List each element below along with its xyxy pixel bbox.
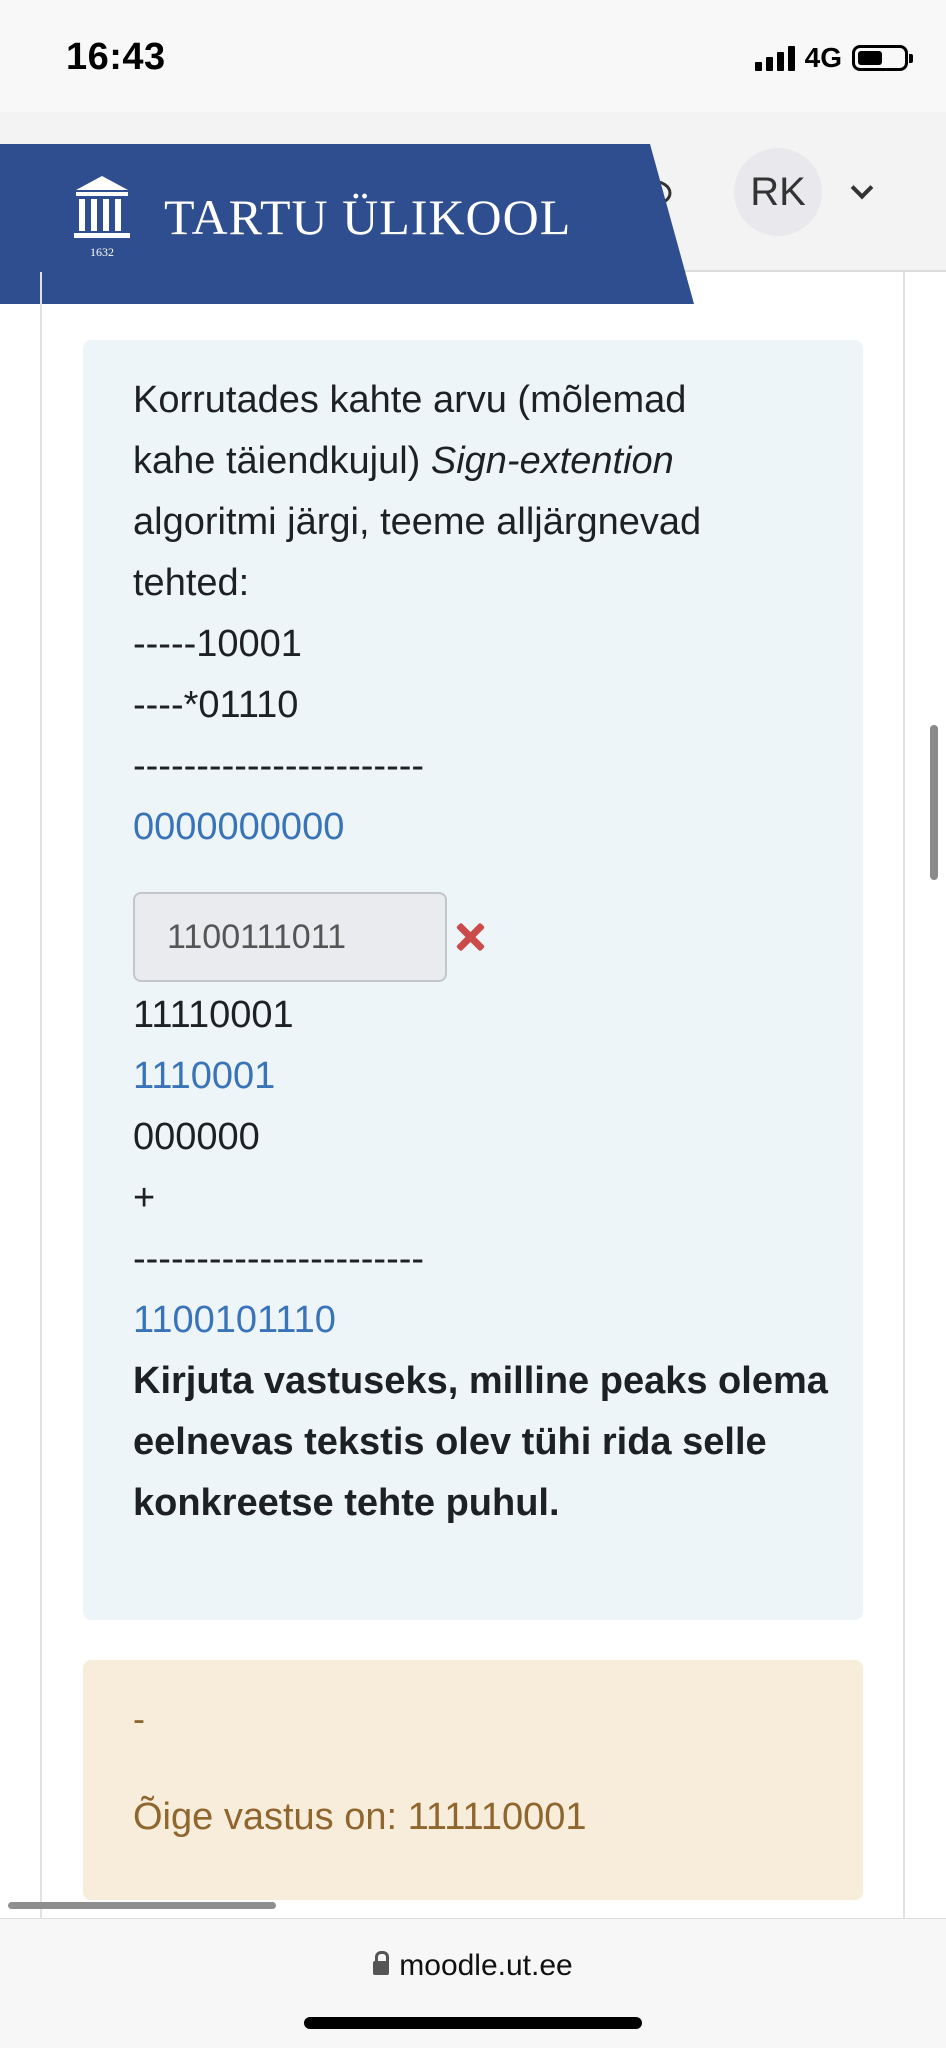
university-logo-icon: 1632 [74, 176, 130, 259]
feedback-box: - Õige vastus on: 111110001 [83, 1660, 863, 1900]
answer-row: 1100111011 [133, 892, 485, 982]
answer-input[interactable]: 1100111011 [133, 892, 447, 982]
status-bar: 16:43 4G [0, 0, 946, 112]
question-intro-line: tehted: [133, 562, 250, 604]
operand-2: ----*01110 [133, 684, 299, 726]
question-intro-line: kahe täiendkujul) Sign-extention [133, 440, 674, 482]
divider-line: ----------------------- [133, 745, 425, 787]
operand-1: -----10001 [133, 623, 302, 665]
logo-year: 1632 [90, 245, 114, 259]
partial-row-5: 000000 [133, 1116, 260, 1158]
status-time: 16:43 [66, 36, 166, 78]
network-type: 4G [804, 42, 842, 73]
content-border-right [903, 272, 905, 1922]
question-text-continued: 11110001 1110001 000000 + --------------… [133, 985, 833, 1534]
correct-answer-text: Õige vastus on: 111110001 [133, 1796, 587, 1838]
partial-row-3: 11110001 [133, 994, 294, 1036]
horizontal-scrollbar[interactable] [8, 1902, 276, 1909]
incorrect-icon [455, 922, 485, 952]
browser-bottom-bar: moodle.ut.ee [0, 1918, 946, 2048]
feedback-dash: - [133, 1698, 145, 1739]
status-indicators: 4G [754, 42, 913, 74]
brand-name: TARTU ÜLIKOOL [164, 189, 572, 245]
italic-term: Sign-extention [430, 440, 674, 482]
url-text: moodle.ut.ee [399, 1949, 573, 1982]
question-box: Korrutades kahte arvu (mõlemad kahe täie… [83, 340, 863, 1620]
plus-sign: + [133, 1177, 156, 1219]
battery-icon [852, 45, 913, 71]
question-intro-line: algoritmi järgi, teeme alljärgnevad [133, 501, 702, 543]
signal-icon [754, 45, 795, 71]
address-bar[interactable]: moodle.ut.ee [0, 1949, 946, 1983]
question-text: Korrutades kahte arvu (mõlemad kahe täie… [133, 370, 823, 858]
partial-row-1: 0000000000 [133, 806, 345, 848]
result-row: 1100101110 [133, 1299, 336, 1341]
lock-icon [373, 1951, 390, 1975]
divider-line: ----------------------- [133, 1238, 425, 1280]
brand-banner[interactable]: 1632 TARTU ÜLIKOOL [0, 144, 694, 304]
content-border-left [40, 272, 42, 1922]
user-initials: RK [750, 169, 806, 214]
question-instruction: Kirjuta vastuseks, milline peaks olema e… [133, 1360, 828, 1524]
user-avatar[interactable]: RK [734, 148, 822, 236]
vertical-scrollbar[interactable] [930, 725, 938, 880]
question-intro-line: Korrutades kahte arvu (mõlemad [133, 379, 687, 421]
home-indicator[interactable] [304, 2017, 642, 2029]
partial-row-4: 1110001 [133, 1055, 276, 1097]
